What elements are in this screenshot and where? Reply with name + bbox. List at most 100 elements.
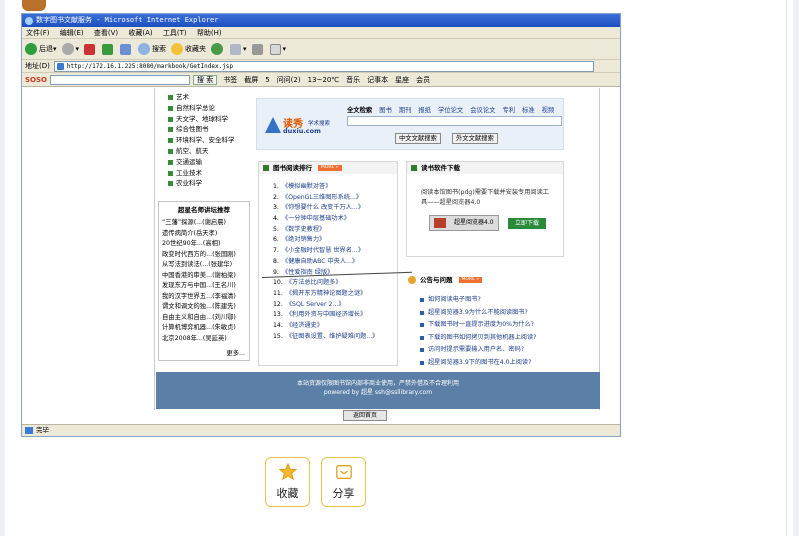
tab-video[interactable]: 视频 [542, 107, 555, 114]
lecture-more-link[interactable]: 更多... [226, 348, 245, 357]
soso-logo: SOSO [25, 75, 47, 84]
star-icon [171, 43, 184, 55]
notice-item[interactable]: 下载的图书如何拷贝到其他机器上阅读? [420, 332, 581, 345]
tab-patents[interactable]: 专利 [502, 107, 515, 114]
soso-wenwen[interactable]: 问问(2) [277, 75, 301, 85]
category-item[interactable]: 农业科学 [168, 178, 250, 189]
lecture-item[interactable]: 北京2008年...(吴延英) [162, 334, 247, 345]
stop-button[interactable] [84, 43, 97, 55]
menu-tools[interactable]: 工具(T) [163, 29, 187, 37]
lecture-item[interactable]: 从写法到读法(...(张建华) [162, 260, 247, 271]
menu-file[interactable]: 文件(F) [26, 29, 50, 37]
lecture-item[interactable]: 谓文和调文的独...(陈建先) [162, 302, 247, 313]
soso-member[interactable]: 会员 [416, 75, 430, 85]
ranking-item[interactable]: 1. 《模拟幽默对答》 [273, 182, 397, 193]
tab-journals[interactable]: 期刊 [399, 107, 412, 114]
mail-button[interactable]: ▾ [230, 43, 247, 55]
tab-fulltext[interactable]: 全文检索 [347, 107, 372, 114]
soso-screenshot[interactable]: 截屏 [244, 75, 258, 85]
ranking-item[interactable]: 13. 《利用外资与中国经济增长》 [273, 310, 397, 321]
soso-search-input[interactable] [49, 74, 190, 85]
history-button[interactable] [211, 43, 225, 55]
lecture-item[interactable]: 发现东方与中国...(王名川) [162, 281, 247, 292]
favorites-button[interactable]: 收藏夹 [171, 43, 206, 55]
tab-theses[interactable]: 学位论文 [438, 107, 463, 114]
download-now-button[interactable]: 立即下载 [508, 218, 546, 229]
ranking-item[interactable]: 14. 《经济通史》 [273, 321, 397, 332]
notice-item[interactable]: 下载图书时一直提示进度为0%为什么? [420, 319, 581, 332]
notice-item[interactable]: 如何阅读电子图书? [420, 294, 581, 307]
left-column: 艺术 自然科学总论 天文学、地球科学 综合性图书 环境科学、安全科学 航空、航天… [158, 88, 250, 368]
ranking-item[interactable]: 7. 《小金融时代智慧 世界名...》 [273, 246, 397, 257]
category-item[interactable]: 工业技术 [168, 168, 250, 179]
menu-edit[interactable]: 编辑(E) [60, 29, 84, 37]
category-item[interactable]: 自然科学总论 [168, 103, 250, 114]
chinese-search-button[interactable]: 中文文献搜索 [395, 133, 441, 144]
ranking-header: 图书阅读排行 MORE » [259, 162, 397, 174]
back-home-button[interactable]: 返回首页 [343, 410, 387, 421]
category-item[interactable]: 交通运输 [168, 157, 250, 168]
category-item[interactable]: 艺术 [168, 92, 250, 103]
notice-item[interactable]: 访问时提示需要输入用户名、密码? [420, 344, 581, 357]
browser-window: 数字图书文献服务 - Microsoft Internet Explorer 文… [21, 13, 621, 437]
search-button[interactable]: 搜索 [138, 43, 166, 55]
soso-horoscope[interactable]: 星座 [395, 75, 409, 85]
menu-view[interactable]: 查看(V) [94, 29, 118, 37]
ranking-item[interactable]: 15. 《征图表设置、维护疑难问题...》 [273, 332, 397, 343]
tab-conference[interactable]: 会议论文 [470, 107, 495, 114]
lecture-item[interactable]: 中国香港的审美...(谢柏梁) [162, 271, 247, 282]
tab-standards[interactable]: 标准 [522, 107, 535, 114]
tab-books[interactable]: 图书 [379, 107, 392, 114]
foreign-search-button[interactable]: 外文文献搜索 [452, 133, 498, 144]
category-item[interactable]: 环境科学、安全科学 [168, 135, 250, 146]
lecture-item[interactable]: 遗传病简介(岳天孝) [162, 229, 247, 240]
ranking-item[interactable]: 6. 《绝对销售力》 [273, 235, 397, 246]
share-bar: 收藏 分享 [265, 457, 366, 507]
favorite-button[interactable]: 收藏 [265, 457, 310, 507]
footer-line-2: powered by 超星 ssh@ssllibrary.com [323, 389, 433, 396]
lecture-list: “三藩”探源(...(谢启晨) 遗传病简介(岳天孝) 20世纪90年...(高相… [159, 216, 249, 344]
ranking-item[interactable]: 11. 《揭开东方精神论图题之谜》 [273, 289, 397, 300]
notice-more-button[interactable]: MORE » [458, 277, 483, 283]
menu-favorites[interactable]: 收藏(A) [128, 29, 152, 37]
lecture-item[interactable]: 20世纪90年...(高相) [162, 239, 247, 250]
soso-music[interactable]: 音乐 [346, 75, 360, 85]
lecture-item[interactable]: 自由主义和自由...(刘川鄂) [162, 313, 247, 324]
menu-help[interactable]: 帮助(H) [197, 29, 222, 37]
tab-newspapers[interactable]: 报纸 [418, 107, 431, 114]
notice-item[interactable]: 超星阅览器3.9为什么不能阅读图书? [420, 307, 581, 320]
lecture-item[interactable]: “三藩”探源(...(谢启晨) [162, 218, 247, 229]
ranking-item[interactable]: 12. 《SQL Server 2...》 [273, 300, 397, 311]
share-button[interactable]: 分享 [321, 457, 366, 507]
ranking-item[interactable]: 8. 《健康自助ABC 中央人...》 [273, 257, 397, 268]
lecture-item[interactable]: 我的汉字世界五...(李福清) [162, 292, 247, 303]
category-item[interactable]: 航空、航天 [168, 146, 250, 157]
search-input[interactable] [347, 116, 562, 126]
lecture-item[interactable]: 政变时代西方的...(张国刚) [162, 250, 247, 261]
edit-button[interactable]: ▾ [269, 43, 286, 55]
star-icon [278, 463, 297, 481]
ranking-item[interactable]: 2. 《OpenGL三维图形系统...》 [273, 193, 397, 204]
soso-count[interactable]: 5 [265, 76, 269, 84]
forward-button[interactable]: ▾ [61, 43, 79, 55]
category-item[interactable]: 综合性图书 [168, 124, 250, 135]
soso-bookmark[interactable]: 书签 [223, 75, 237, 85]
home-button[interactable] [120, 43, 133, 55]
search-tabs: 全文检索 图书 期刊 报纸 学位论文 会议论文 专利 标准 视频 [347, 105, 559, 114]
print-icon [251, 43, 263, 55]
soso-search-button[interactable]: 搜 索 [192, 74, 218, 85]
refresh-button[interactable] [102, 43, 115, 55]
soso-notepad[interactable]: 记事本 [367, 75, 388, 85]
lecture-item[interactable]: 计算机博弈机器...(朱敏贞) [162, 323, 247, 334]
soso-weather[interactable]: 13~20℃ [308, 76, 340, 84]
address-input[interactable]: http://172.16.1.225:8080/markbook/GetInd… [53, 60, 594, 72]
back-button[interactable]: 后退 ▾ [25, 43, 57, 55]
category-item[interactable]: 天文学、地球科学 [168, 114, 250, 125]
print-button[interactable] [251, 43, 265, 55]
ranking-item[interactable]: 10. 《方法总比问题多》 [273, 278, 397, 289]
ranking-more-button[interactable]: MORE » [318, 165, 342, 171]
ranking-item[interactable]: 4. 《一分钟中层基础功术》 [273, 214, 397, 225]
notice-item[interactable]: 超星阅览器3.9下的图书在4.0上阅读? [420, 357, 581, 370]
ranking-item[interactable]: 3. 《你想要什么 改变千万人...》 [273, 203, 397, 214]
ranking-item[interactable]: 5. 《数学史教程》 [273, 225, 397, 236]
